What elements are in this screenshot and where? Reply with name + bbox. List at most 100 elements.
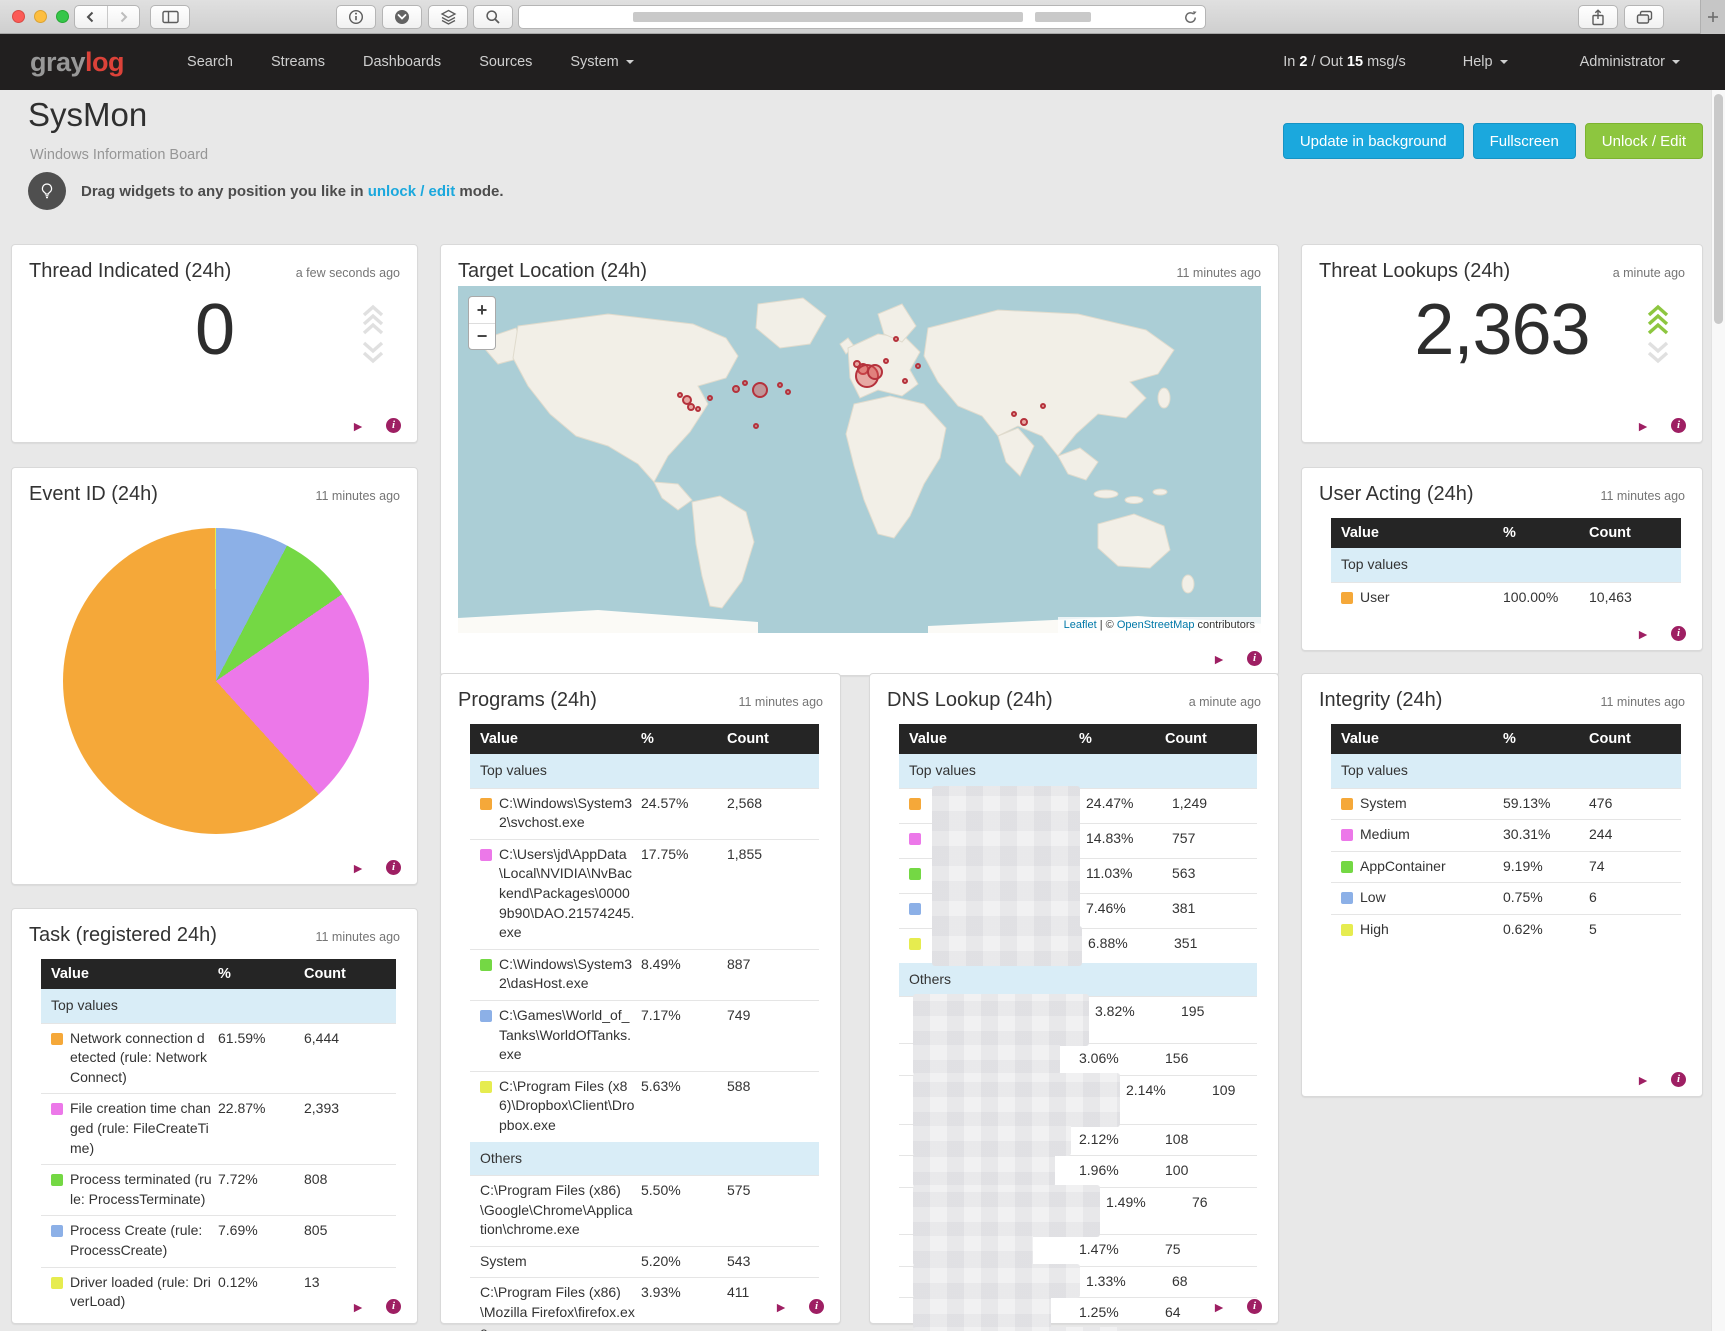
- info-icon[interactable]: i: [386, 418, 401, 433]
- map-marker[interactable]: [677, 392, 683, 398]
- map-marker[interactable]: [902, 378, 908, 384]
- chevron-down-icon: [1499, 60, 1508, 64]
- color-swatch: [909, 902, 921, 915]
- count-value: 2,363: [1414, 290, 1590, 370]
- map-marker[interactable]: [753, 423, 759, 429]
- map-marker[interactable]: [893, 336, 899, 342]
- zoom-out-button[interactable]: −: [469, 323, 495, 349]
- zoom-in-button[interactable]: +: [469, 297, 495, 323]
- table-row: Others: [470, 1141, 819, 1176]
- map-marker[interactable]: [752, 382, 768, 398]
- map-marker[interactable]: [742, 380, 748, 386]
- zoom-window-button[interactable]: [56, 10, 69, 23]
- help-menu[interactable]: Help: [1448, 46, 1523, 78]
- play-icon[interactable]: ►: [1636, 1073, 1650, 1087]
- map-canvas[interactable]: + − Leaflet | © OpenStreetMap contributo…: [458, 286, 1261, 633]
- reload-button[interactable]: [1183, 10, 1198, 30]
- close-window-button[interactable]: [12, 10, 25, 23]
- map-marker[interactable]: [695, 406, 701, 412]
- play-icon[interactable]: ►: [774, 1300, 788, 1314]
- play-icon[interactable]: ►: [1636, 627, 1650, 641]
- info-icon[interactable]: i: [386, 860, 401, 875]
- nav-item[interactable]: System: [555, 46, 648, 78]
- new-tab-button[interactable]: [1700, 0, 1725, 34]
- info-icon[interactable]: i: [1247, 1299, 1262, 1314]
- scrollbar[interactable]: [1711, 90, 1725, 1331]
- map-marker[interactable]: [707, 395, 713, 401]
- info-icon[interactable]: i: [1671, 418, 1686, 433]
- info-icon[interactable]: i: [1671, 626, 1686, 641]
- map-marker[interactable]: [785, 389, 791, 395]
- play-icon[interactable]: ►: [1212, 1300, 1226, 1314]
- widget-updated: 11 minutes ago: [1600, 489, 1685, 503]
- map-marker[interactable]: [1011, 411, 1017, 417]
- redacted-value: [913, 1153, 1055, 1188]
- table-row: Top values: [899, 754, 1257, 788]
- unlock-edit-button[interactable]: Unlock / Edit: [1584, 123, 1703, 159]
- table-row: System 59.13% 476: [1331, 787, 1681, 820]
- nav-item[interactable]: Dashboards: [348, 46, 456, 78]
- nav-item[interactable]: Streams: [256, 46, 340, 78]
- redacted-value: [913, 1184, 1100, 1237]
- map-marker[interactable]: [687, 403, 695, 411]
- forward-button[interactable]: [106, 6, 139, 28]
- nav-item-label: Dashboards: [363, 54, 442, 70]
- pocket-button[interactable]: [382, 5, 422, 29]
- info-icon[interactable]: i: [386, 1299, 401, 1314]
- chevron-down-icon: [625, 60, 634, 64]
- user-menu[interactable]: Administrator: [1565, 46, 1695, 78]
- lightbulb-icon: [28, 172, 66, 210]
- nav-item[interactable]: Sources: [464, 46, 547, 78]
- scrollbar-thumb[interactable]: [1714, 94, 1723, 324]
- header-buttons: Update in background Fullscreen Unlock /…: [1282, 123, 1703, 159]
- map-marker[interactable]: [867, 364, 883, 380]
- map-marker[interactable]: [1020, 418, 1028, 426]
- redacted-url-text: [633, 12, 1023, 22]
- minimize-window-button[interactable]: [34, 10, 47, 23]
- map-marker[interactable]: [732, 385, 740, 393]
- back-button[interactable]: [75, 6, 107, 28]
- fullscreen-button[interactable]: Fullscreen: [1472, 123, 1576, 159]
- help-label: Help: [1462, 54, 1493, 70]
- search-button[interactable]: [473, 5, 513, 29]
- address-bar[interactable]: [518, 5, 1206, 29]
- openstreetmap-link[interactable]: OpenStreetMap: [1117, 619, 1195, 631]
- play-icon[interactable]: ►: [351, 1300, 365, 1314]
- tabs-icon: [1636, 10, 1652, 24]
- layers-button[interactable]: [428, 5, 468, 29]
- info-icon[interactable]: i: [1671, 1072, 1686, 1087]
- update-in-background-button[interactable]: Update in background: [1282, 123, 1464, 159]
- widget-updated: a minute ago: [1612, 266, 1685, 280]
- map-marker[interactable]: [883, 358, 889, 364]
- reader-button[interactable]: [336, 5, 376, 29]
- tab-overview-button[interactable]: [1624, 5, 1664, 29]
- table-row: 2.12% 108: [899, 1121, 1257, 1156]
- color-swatch: [480, 958, 492, 971]
- share-button[interactable]: [1578, 5, 1618, 29]
- sidebar-toggle-button[interactable]: [150, 5, 190, 29]
- play-icon[interactable]: ►: [351, 419, 365, 433]
- info-icon[interactable]: i: [1247, 651, 1262, 666]
- widget-programs: Programs (24h) 11 minutes ago Value% Count…: [440, 673, 841, 1331]
- map-marker[interactable]: [777, 382, 783, 388]
- map-marker[interactable]: [853, 360, 861, 368]
- nav-item[interactable]: Search: [172, 46, 248, 78]
- leaflet-link[interactable]: Leaflet: [1064, 619, 1097, 631]
- map-marker[interactable]: [1040, 403, 1046, 409]
- page: graylog Search Streams Dashboards Source…: [0, 0, 1725, 1331]
- graylog-logo[interactable]: graylog: [30, 48, 125, 76]
- play-icon[interactable]: ►: [1636, 419, 1650, 433]
- play-icon[interactable]: ►: [1212, 652, 1226, 666]
- info-icon[interactable]: i: [809, 1299, 824, 1314]
- widget-updated: 11 minutes ago: [1600, 695, 1685, 709]
- unlock-edit-link[interactable]: unlock / edit: [368, 183, 456, 200]
- color-swatch: [1341, 892, 1353, 905]
- widget-user-acting: User Acting (24h) 11 minutes ago Value% Co…: [1301, 467, 1703, 651]
- map-marker[interactable]: [915, 363, 921, 369]
- layers-icon: [440, 9, 456, 25]
- play-icon[interactable]: ►: [351, 861, 365, 875]
- color-swatch: [480, 797, 492, 810]
- table-row: Low 0.75% 6: [1331, 882, 1681, 914]
- widget-task: Task (registered 24h) 11 minutes ago Valu…: [11, 908, 418, 1324]
- chevron-left-icon: [86, 11, 94, 23]
